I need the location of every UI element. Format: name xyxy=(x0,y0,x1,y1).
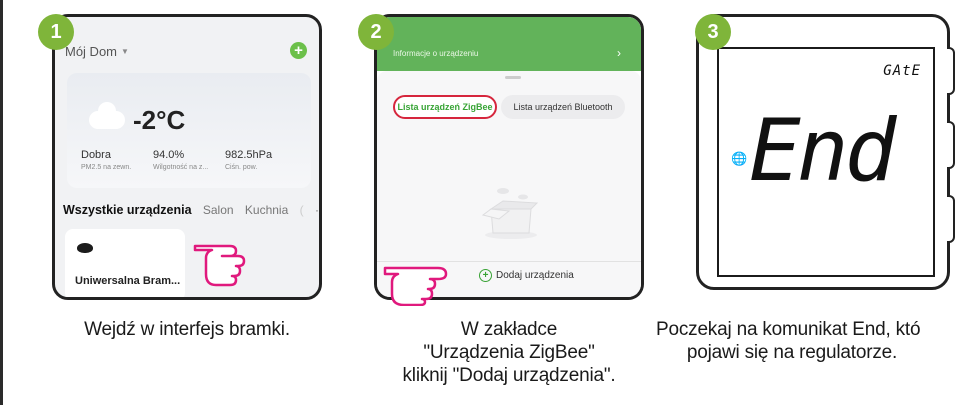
gateway-device-name: Uniwersalna Bram... xyxy=(75,275,181,287)
room-tabs: Wszystkie urządzenia Salon Kuchnia ( ··· xyxy=(63,203,319,217)
caption-step-3: Poczekaj na komunikat End, któ pojawi si… xyxy=(654,318,960,364)
home-selector[interactable]: Mój Dom ▼ xyxy=(65,44,129,59)
weather-card: -2°C Dobra PM2.5 na zewn. 94.0% Wilgotno… xyxy=(67,73,311,188)
step-badge-2: 2 xyxy=(358,14,394,50)
regulator-button-middle[interactable] xyxy=(947,121,955,169)
add-devices-button[interactable]: + Dodaj urządzenia xyxy=(479,269,574,282)
empty-box-icon xyxy=(481,188,539,239)
drag-handle[interactable] xyxy=(505,76,521,79)
temperature-value: -2°C xyxy=(133,105,186,135)
home-label: Mój Dom xyxy=(65,44,118,59)
caption-line: pojawi się na regulatorze. xyxy=(686,342,898,363)
chevron-down-icon: ▼ xyxy=(121,47,129,56)
cloud-icon xyxy=(89,102,125,129)
gateway-icon xyxy=(77,243,93,253)
gateway-device-card[interactable]: Uniwersalna Bram... xyxy=(65,229,185,297)
thermostat-regulator: GAtE 🌐 End xyxy=(696,14,955,290)
caption-line: Poczekaj na komunikat End, któ xyxy=(656,319,921,340)
humidity-value: 94.0% xyxy=(153,149,185,161)
phone-screen-gateway-home: Mój Dom ▼ + -2°C Dobra PM2.5 na zewn. 94… xyxy=(52,14,322,300)
air-quality-value: Dobra xyxy=(81,149,111,161)
step-badge-1: 1 xyxy=(38,14,74,50)
device-info-header[interactable]: Informacje o urządzeniu › xyxy=(377,17,641,71)
regulator-display: GAtE 🌐 End xyxy=(717,47,935,277)
tab-kuchnia[interactable]: Kuchnia xyxy=(245,203,288,217)
tab-salon[interactable]: Salon xyxy=(203,203,234,217)
left-border xyxy=(0,0,3,405)
more-icon[interactable]: ··· xyxy=(315,203,319,217)
caption-line: W zakładce xyxy=(460,319,558,340)
pointing-hand-icon xyxy=(383,266,448,306)
add-devices-label: Dodaj urządzenia xyxy=(496,270,574,281)
caption-step-2: W zakładce "Urządzenia ZigBee" kliknij "… xyxy=(374,318,644,387)
caption-line: Wejdź w interfejs bramki. xyxy=(84,319,290,340)
pressure-value: 982.5hPa xyxy=(225,149,273,161)
tab-partial[interactable]: ( xyxy=(300,203,304,217)
step-badge-3: 3 xyxy=(695,14,731,50)
tab-zigbee-devices[interactable]: Lista urządzeń ZigBee xyxy=(393,95,497,119)
add-circle-icon: + xyxy=(479,269,492,282)
regulator-button-bottom[interactable] xyxy=(947,195,955,243)
humidity-label: Wilgotność na z... xyxy=(153,164,209,171)
display-status-text: GAtE xyxy=(883,63,921,79)
caption-line: "Urządzenia ZigBee" xyxy=(423,342,595,363)
tab-all-devices[interactable]: Wszystkie urządzenia xyxy=(63,203,192,217)
caption-step-1: Wejdź w interfejs bramki. xyxy=(52,318,322,341)
regulator-button-top[interactable] xyxy=(947,47,955,95)
display-main-text: End xyxy=(749,101,896,201)
caption-line: kliknij "Dodaj urządzenia". xyxy=(402,365,616,386)
add-icon[interactable]: + xyxy=(290,42,307,59)
device-info-label: Informacje o urządzeniu xyxy=(393,49,479,58)
chevron-right-icon: › xyxy=(617,46,621,60)
air-quality-label: PM2.5 na zewn. xyxy=(81,164,132,171)
pressure-label: Ciśn. pow. xyxy=(225,164,258,171)
globe-icon: 🌐 xyxy=(731,151,748,166)
tab-bluetooth-devices[interactable]: Lista urządzeń Bluetooth xyxy=(501,95,625,119)
pointing-hand-icon xyxy=(193,244,246,287)
